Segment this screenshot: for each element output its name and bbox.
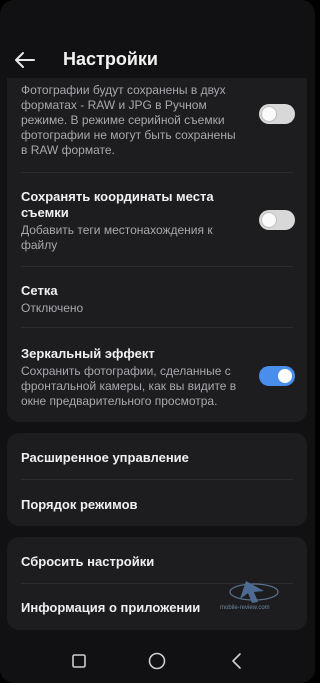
description-line: фронтальной камеры, как вы видите в <box>21 379 237 393</box>
divider <box>21 172 293 173</box>
watermark-logo: mobile-review.com <box>214 577 284 615</box>
advanced-control-item[interactable]: Расширенное управление <box>21 450 189 465</box>
location-title: Сохранять координаты места съемки <box>21 189 293 221</box>
description-line: режиме. В режиме серийной съемки <box>21 113 225 127</box>
description-line: в RAW формате. <box>21 143 115 157</box>
raw-format-description: Фотографии будут сохранены в двух формат… <box>21 83 293 158</box>
grid-setting[interactable]: Сетка Отключено <box>21 283 293 316</box>
triangle-back-icon[interactable] <box>226 650 248 672</box>
arrow-left-icon[interactable] <box>12 48 38 72</box>
mirror-effect-toggle[interactable] <box>259 366 295 386</box>
divider <box>21 266 293 267</box>
description-line: Сохранить фотографии, сделанные с <box>21 364 231 378</box>
description-line: окне предварительного просмотра. <box>21 394 218 408</box>
mode-order-item[interactable]: Порядок режимов <box>21 497 138 512</box>
grid-value: Отключено <box>21 301 84 315</box>
camera-settings-group: Фотографии будут сохранены в двух формат… <box>7 78 307 422</box>
toggle-knob <box>262 213 276 227</box>
location-setting[interactable]: Сохранять координаты места съемки Добави… <box>21 189 293 253</box>
settings-screen: Настройки Фотографии будут сохранены в д… <box>0 0 315 683</box>
description-line: Фотографии будут сохранены в двух <box>21 83 226 97</box>
control-settings-group: Расширенное управление Порядок режимов <box>7 433 307 526</box>
raw-format-setting[interactable]: Фотографии будут сохранены в двух формат… <box>21 83 293 158</box>
grid-title: Сетка <box>21 283 58 298</box>
app-info-item[interactable]: Информация о приложении <box>21 600 200 615</box>
toggle-knob <box>262 107 276 121</box>
description-line: форматах - RAW и JPG в Ручном <box>21 98 207 112</box>
location-description: Добавить теги местонахождения к файлу <box>21 223 293 253</box>
system-navigation-bar <box>0 640 315 683</box>
watermark-text: mobile-review.com <box>220 605 270 611</box>
page-title: Настройки <box>63 49 158 69</box>
title-line: Сохранять координаты места <box>21 189 214 204</box>
square-icon[interactable] <box>68 650 90 672</box>
location-toggle[interactable] <box>259 210 295 230</box>
mirror-effect-title: Зеркальный эффект <box>21 346 155 361</box>
description-line: Добавить теги местонахождения к <box>21 223 213 237</box>
title-line: съемки <box>21 205 69 220</box>
app-bar: Настройки <box>0 38 315 82</box>
divider <box>21 327 293 328</box>
description-line: фотографии не могут быть сохранены <box>21 128 236 142</box>
description-line: файлу <box>21 238 58 252</box>
circle-icon[interactable] <box>146 650 168 672</box>
toggle-knob <box>278 369 292 383</box>
mirror-effect-setting[interactable]: Зеркальный эффект Сохранить фотографии, … <box>21 346 293 409</box>
mirror-effect-description: Сохранить фотографии, сделанные с фронта… <box>21 364 293 409</box>
divider <box>21 479 293 480</box>
reset-settings-item[interactable]: Сбросить настройки <box>21 554 154 569</box>
raw-format-toggle[interactable] <box>259 104 295 124</box>
